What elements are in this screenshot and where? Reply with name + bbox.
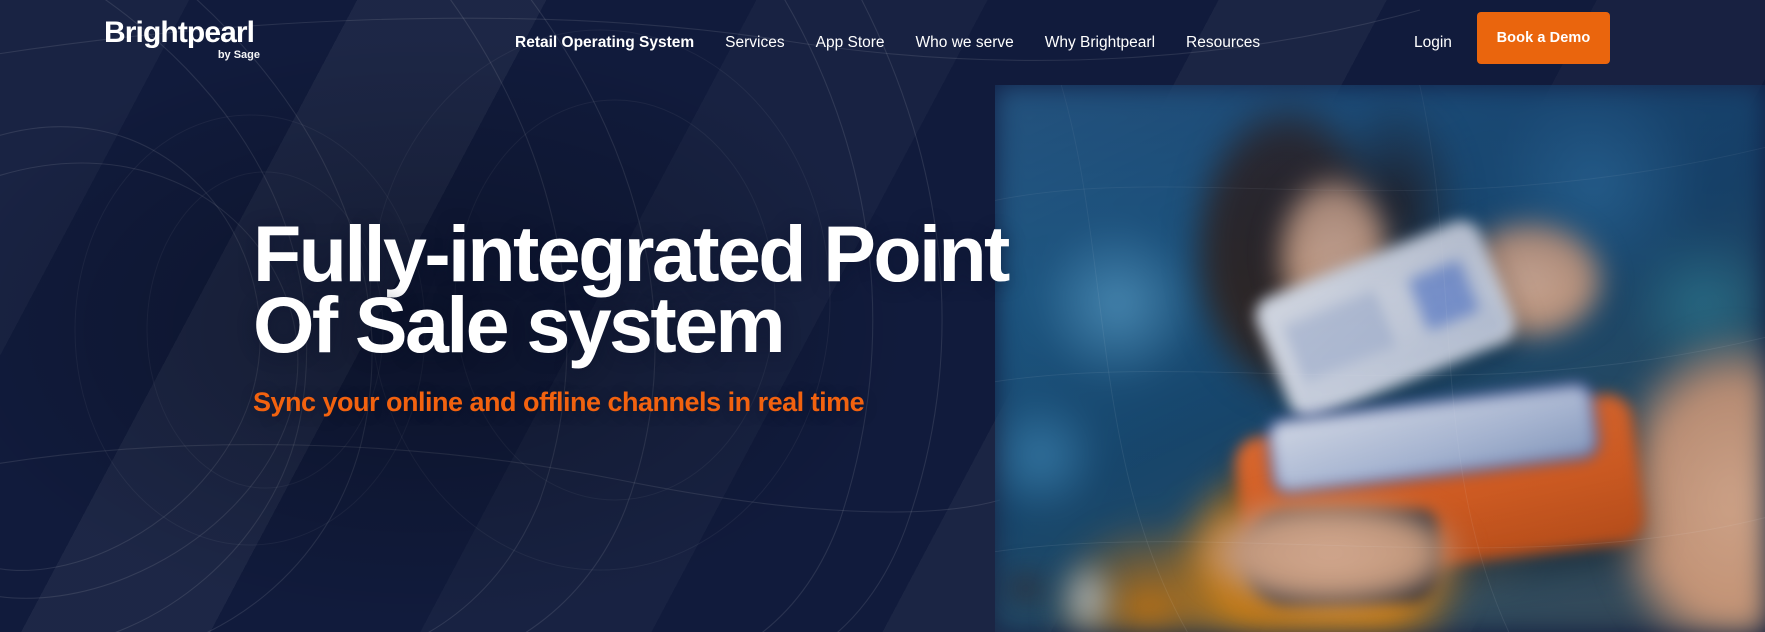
book-a-demo-button[interactable]: Book a Demo <box>1477 12 1610 64</box>
brightpearl-logo[interactable]: Brightpearl by Sage <box>104 18 264 61</box>
main-navigation: Retail Operating System Services App Sto… <box>515 0 1260 85</box>
nav-item-app-store[interactable]: App Store <box>816 34 885 52</box>
page-root: Brightpearl by Sage Retail Operating Sys… <box>0 0 1765 632</box>
logo-tagline: by Sage <box>217 49 260 61</box>
hero-copy: Fully-integrated Point Of Sale system Sy… <box>253 209 1353 418</box>
nav-item-who-we-serve[interactable]: Who we serve <box>916 34 1014 52</box>
hero-headline: Fully-integrated Point Of Sale system <box>253 209 1010 370</box>
login-link[interactable]: Login <box>1414 0 1452 85</box>
nav-item-retail-operating-system[interactable]: Retail Operating System <box>515 34 694 52</box>
nav-item-why-brightpearl[interactable]: Why Brightpearl <box>1045 34 1155 52</box>
nav-item-resources[interactable]: Resources <box>1186 34 1260 52</box>
site-header: Brightpearl by Sage Retail Operating Sys… <box>0 0 1765 85</box>
hero-subheading: Sync your online and offline channels in… <box>253 387 865 418</box>
logo-wordmark: Brightpearl <box>104 16 255 49</box>
nav-item-services[interactable]: Services <box>725 34 784 52</box>
